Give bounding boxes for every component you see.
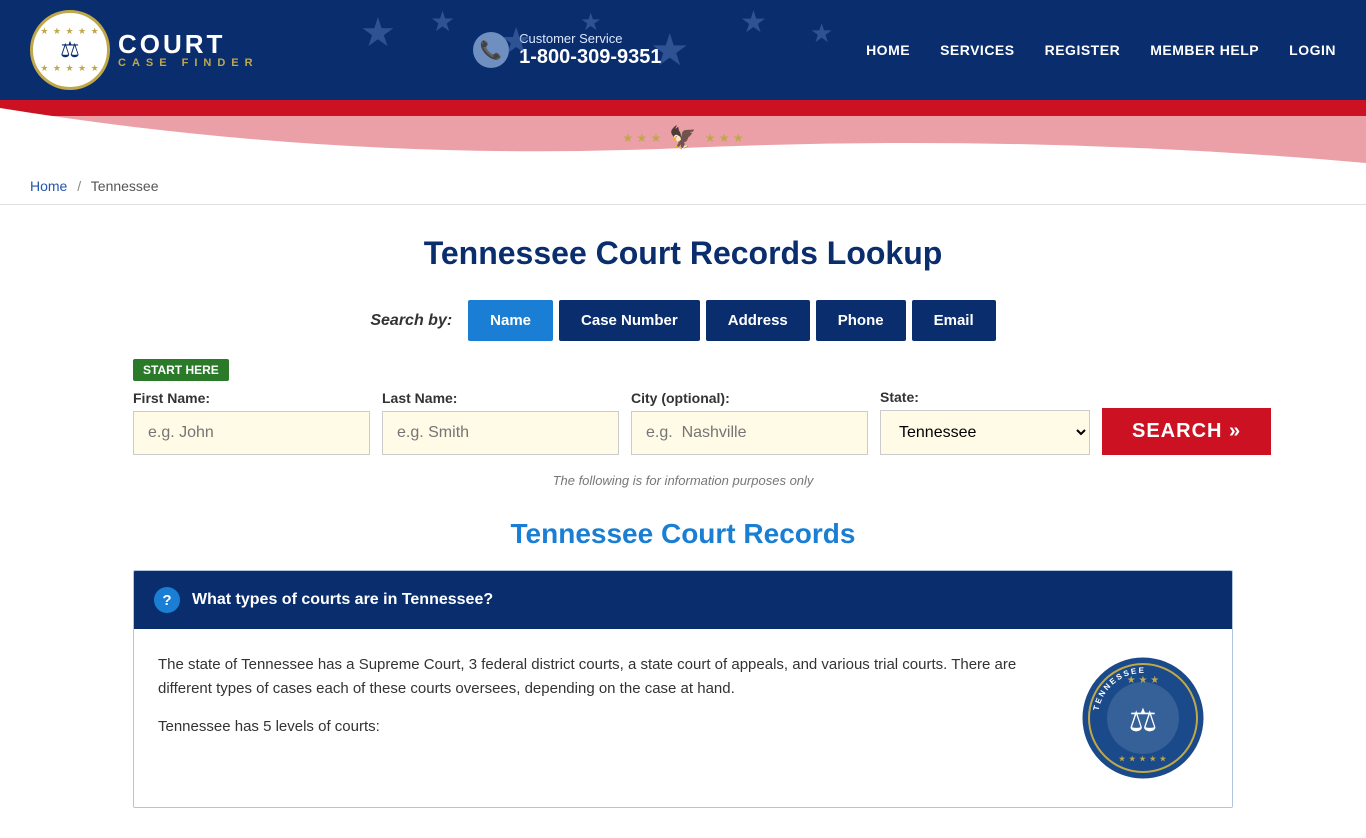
accordion-para-2: Tennessee has 5 levels of courts: <box>158 715 1054 739</box>
accordion-body: The state of Tennessee has a Supreme Cou… <box>134 629 1232 807</box>
svg-text:★ ★ ★ ★ ★: ★ ★ ★ ★ ★ <box>1119 755 1167 763</box>
nav-register[interactable]: REGISTER <box>1045 42 1121 58</box>
eagle-icon: 🦅 <box>669 125 696 151</box>
tab-name[interactable]: Name <box>468 300 553 341</box>
site-header: ★ ★ ★ ★ ★ ★ ★ ★ ★ ★ ★ ★ ⚖ ★ ★ ★ ★ ★ COUR… <box>0 0 1366 100</box>
site-logo[interactable]: ★ ★ ★ ★ ★ ⚖ ★ ★ ★ ★ ★ COURT CASE FINDER <box>30 10 269 90</box>
first-name-input[interactable] <box>133 411 370 455</box>
last-name-input[interactable] <box>382 411 619 455</box>
tab-email[interactable]: Email <box>912 300 996 341</box>
eagle-stars-right: ★ ★ ★ <box>705 131 744 145</box>
svg-text:★ ★ ★: ★ ★ ★ <box>1127 675 1159 686</box>
last-name-group: Last Name: <box>382 390 619 455</box>
state-select[interactable]: Tennessee Alabama Alaska Arizona Arkansa… <box>880 410 1090 455</box>
tab-phone[interactable]: Phone <box>816 300 906 341</box>
eagle-center: ★ ★ ★ 🦅 ★ ★ ★ <box>622 125 743 151</box>
tennessee-seal: TENNESSEE ★ ★ ★ ⚖ ★ ★ ★ ★ ★ <box>1078 653 1208 783</box>
wave-container: ★ ★ ★ 🦅 ★ ★ ★ <box>0 108 1366 168</box>
breadcrumb-home[interactable]: Home <box>30 178 67 194</box>
search-by-label: Search by: <box>370 312 452 330</box>
search-form-section: START HERE First Name: Last Name: City (… <box>133 359 1233 808</box>
last-name-label: Last Name: <box>382 390 619 406</box>
main-content: Tennessee Court Records Lookup Search by… <box>0 205 1366 838</box>
tab-address[interactable]: Address <box>706 300 810 341</box>
search-by-row: Search by: Name Case Number Address Phon… <box>40 300 1326 341</box>
first-name-group: First Name: <box>133 390 370 455</box>
form-row: First Name: Last Name: City (optional): … <box>133 389 1233 455</box>
accordion-text: The state of Tennessee has a Supreme Cou… <box>158 653 1054 753</box>
state-label: State: <box>880 389 1090 405</box>
breadcrumb-separator: / <box>77 178 81 194</box>
logo-stars-bottom: ★ ★ ★ ★ ★ <box>40 63 99 74</box>
nav-member-help[interactable]: MEMBER HELP <box>1150 42 1259 58</box>
cs-phone: 1-800-309-9351 <box>519 46 661 69</box>
court-records-title: Tennessee Court Records <box>133 518 1233 550</box>
logo-stars: ★ ★ ★ ★ ★ <box>40 26 99 37</box>
main-nav: HOME SERVICES REGISTER MEMBER HELP LOGIN <box>866 42 1336 58</box>
red-bar <box>0 100 1366 108</box>
nav-services[interactable]: SERVICES <box>940 42 1015 58</box>
city-input[interactable] <box>631 411 868 455</box>
logo-court-text: COURT <box>118 31 259 57</box>
page-title: Tennessee Court Records Lookup <box>40 235 1326 272</box>
state-group: State: Tennessee Alabama Alaska Arizona … <box>880 389 1090 455</box>
first-name-label: First Name: <box>133 390 370 406</box>
logo-text: COURT CASE FINDER <box>108 31 269 69</box>
logo-circle: ★ ★ ★ ★ ★ ⚖ ★ ★ ★ ★ ★ <box>30 10 110 90</box>
accordion-header[interactable]: ? What types of courts are in Tennessee? <box>134 571 1232 629</box>
accordion-para-1: The state of Tennessee has a Supreme Cou… <box>158 653 1054 701</box>
nav-home[interactable]: HOME <box>866 42 910 58</box>
tab-case-number[interactable]: Case Number <box>559 300 700 341</box>
accordion-title: What types of courts are in Tennessee? <box>192 591 493 609</box>
eagle-stars-left: ★ ★ ★ <box>622 131 661 145</box>
search-button[interactable]: SEARCH » <box>1102 408 1271 455</box>
breadcrumb: Home / Tennessee <box>0 168 1366 205</box>
city-label: City (optional): <box>631 390 868 406</box>
accordion: ? What types of courts are in Tennessee?… <box>133 570 1233 808</box>
breadcrumb-current: Tennessee <box>91 178 159 194</box>
svg-text:⚖: ⚖ <box>1129 702 1158 738</box>
accordion-question-icon: ? <box>154 587 180 613</box>
city-group: City (optional): <box>631 390 868 455</box>
nav-login[interactable]: LOGIN <box>1289 42 1336 58</box>
logo-scales-icon: ⚖ <box>40 37 99 63</box>
info-note: The following is for information purpose… <box>133 473 1233 488</box>
start-here-badge: START HERE <box>133 359 229 381</box>
logo-case-finder-text: CASE FINDER <box>118 57 259 69</box>
